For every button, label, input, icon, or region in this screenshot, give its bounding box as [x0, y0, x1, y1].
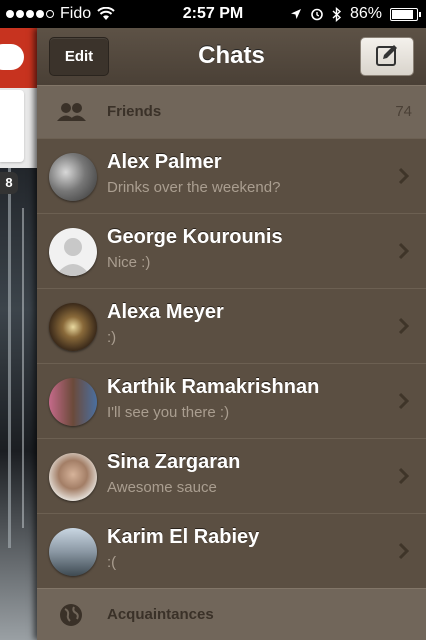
compose-button[interactable] — [360, 37, 414, 76]
last-message: Drinks over the weekend? — [107, 179, 281, 196]
avatar — [49, 303, 97, 351]
last-message: Awesome sauce — [107, 479, 217, 496]
chevron-right-icon — [398, 242, 410, 260]
status-right: 86% — [290, 5, 421, 23]
last-message: :( — [107, 554, 117, 571]
bluetooth-icon — [332, 6, 342, 22]
side-menu-peek[interactable]: 8 — [0, 28, 37, 640]
compose-icon — [376, 45, 397, 66]
chat-row[interactable]: Karthik Ramakrishnan I'll see you there … — [37, 363, 426, 440]
chevron-right-icon — [398, 467, 410, 485]
app-header-peek — [0, 28, 37, 88]
status-bar: Fido 2:57 PM 86% — [0, 0, 426, 28]
avatar — [49, 453, 97, 501]
chevron-right-icon — [398, 542, 410, 560]
chevron-right-icon — [398, 167, 410, 185]
avatar — [49, 378, 97, 426]
contact-name: Karthik Ramakrishnan — [107, 376, 320, 398]
avatar — [49, 528, 97, 576]
contact-name: George Kourounis — [107, 226, 283, 248]
last-message: Nice :) — [107, 254, 151, 271]
last-message: I'll see you there :) — [107, 404, 230, 421]
chevron-right-icon — [398, 392, 410, 410]
peek-badge: 8 — [0, 172, 18, 194]
last-message: :) — [107, 329, 117, 346]
peek-card — [0, 90, 24, 162]
chat-row[interactable]: Alexa Meyer :) — [37, 288, 426, 365]
location-arrow-icon — [290, 9, 301, 19]
chat-bubble-icon — [0, 44, 24, 70]
section-label: Acquaintances — [107, 606, 214, 623]
contact-name: Alex Palmer — [107, 151, 222, 173]
globe-icon — [60, 604, 82, 626]
battery-percent: 86% — [349, 5, 382, 22]
alarm-clock-icon — [311, 8, 323, 21]
battery-icon — [390, 7, 421, 21]
section-header-friends[interactable]: Friends 74 — [37, 85, 426, 139]
peek-photo — [0, 168, 37, 640]
chevron-right-icon — [398, 317, 410, 335]
section-header-acquaintances[interactable]: Acquaintances — [37, 588, 426, 640]
default-avatar-icon — [49, 228, 97, 276]
chat-row[interactable]: Alex Palmer Drinks over the weekend? — [37, 138, 426, 215]
friends-count: 74 — [395, 103, 412, 120]
contact-name: Sina Zargaran — [107, 451, 241, 473]
chat-row[interactable]: Karim El Rabiey :( — [37, 513, 426, 590]
section-label: Friends — [107, 103, 162, 120]
people-icon — [57, 103, 86, 121]
contact-name: Karim El Rabiey — [107, 526, 260, 548]
navigation-bar: Edit Chats — [37, 28, 426, 86]
avatar — [49, 153, 97, 201]
chat-row[interactable]: Sina Zargaran Awesome sauce — [37, 438, 426, 515]
chat-row[interactable]: George Kourounis Nice :) — [37, 213, 426, 290]
chats-panel: Edit Chats Friends 74 Alex Palmer Drinks… — [37, 28, 426, 640]
contact-name: Alexa Meyer — [107, 301, 224, 323]
